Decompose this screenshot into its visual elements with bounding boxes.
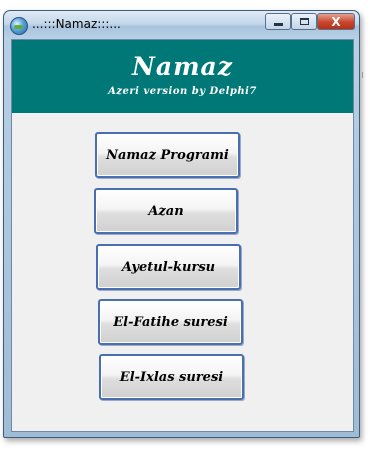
el-ixlas-suresi-label: El-Ixlas suresi — [119, 369, 224, 385]
globe-icon[interactable] — [10, 17, 28, 35]
client-area: Namaz Azeri version by Delphi7 Namaz Pro… — [11, 39, 354, 432]
namaz-programi-button[interactable]: Namaz Programi — [95, 132, 240, 178]
azan-label: Azan — [148, 203, 184, 219]
azan-button[interactable]: Azan — [94, 188, 238, 234]
app-subtitle: Azeri version by Delphi7 — [108, 86, 257, 97]
minimize-icon — [273, 23, 283, 26]
el-fatihe-suresi-button[interactable]: El-Fatihe suresi — [98, 299, 243, 345]
namaz-programi-label: Namaz Programi — [106, 147, 229, 163]
app-title: Namaz — [132, 52, 233, 81]
edge-mark — [362, 72, 366, 78]
minimize-button[interactable] — [265, 13, 291, 30]
main-window: ...:::Namaz:::... X Namaz Azeri version … — [3, 10, 360, 438]
close-icon: X — [331, 14, 341, 29]
window-title: ...:::Namaz:::... — [32, 17, 121, 31]
el-ixlas-suresi-button[interactable]: El-Ixlas suresi — [99, 354, 244, 400]
maximize-icon — [299, 18, 309, 25]
el-fatihe-suresi-label: El-Fatihe suresi — [113, 314, 228, 330]
header-banner: Namaz Azeri version by Delphi7 — [12, 40, 353, 113]
close-button[interactable]: X — [317, 13, 355, 30]
ayetul-kursu-label: Ayetul-kursu — [121, 259, 216, 275]
title-bar[interactable]: ...:::Namaz:::... X — [4, 11, 359, 39]
ayetul-kursu-button[interactable]: Ayetul-kursu — [96, 244, 241, 290]
maximize-button[interactable] — [291, 13, 317, 30]
